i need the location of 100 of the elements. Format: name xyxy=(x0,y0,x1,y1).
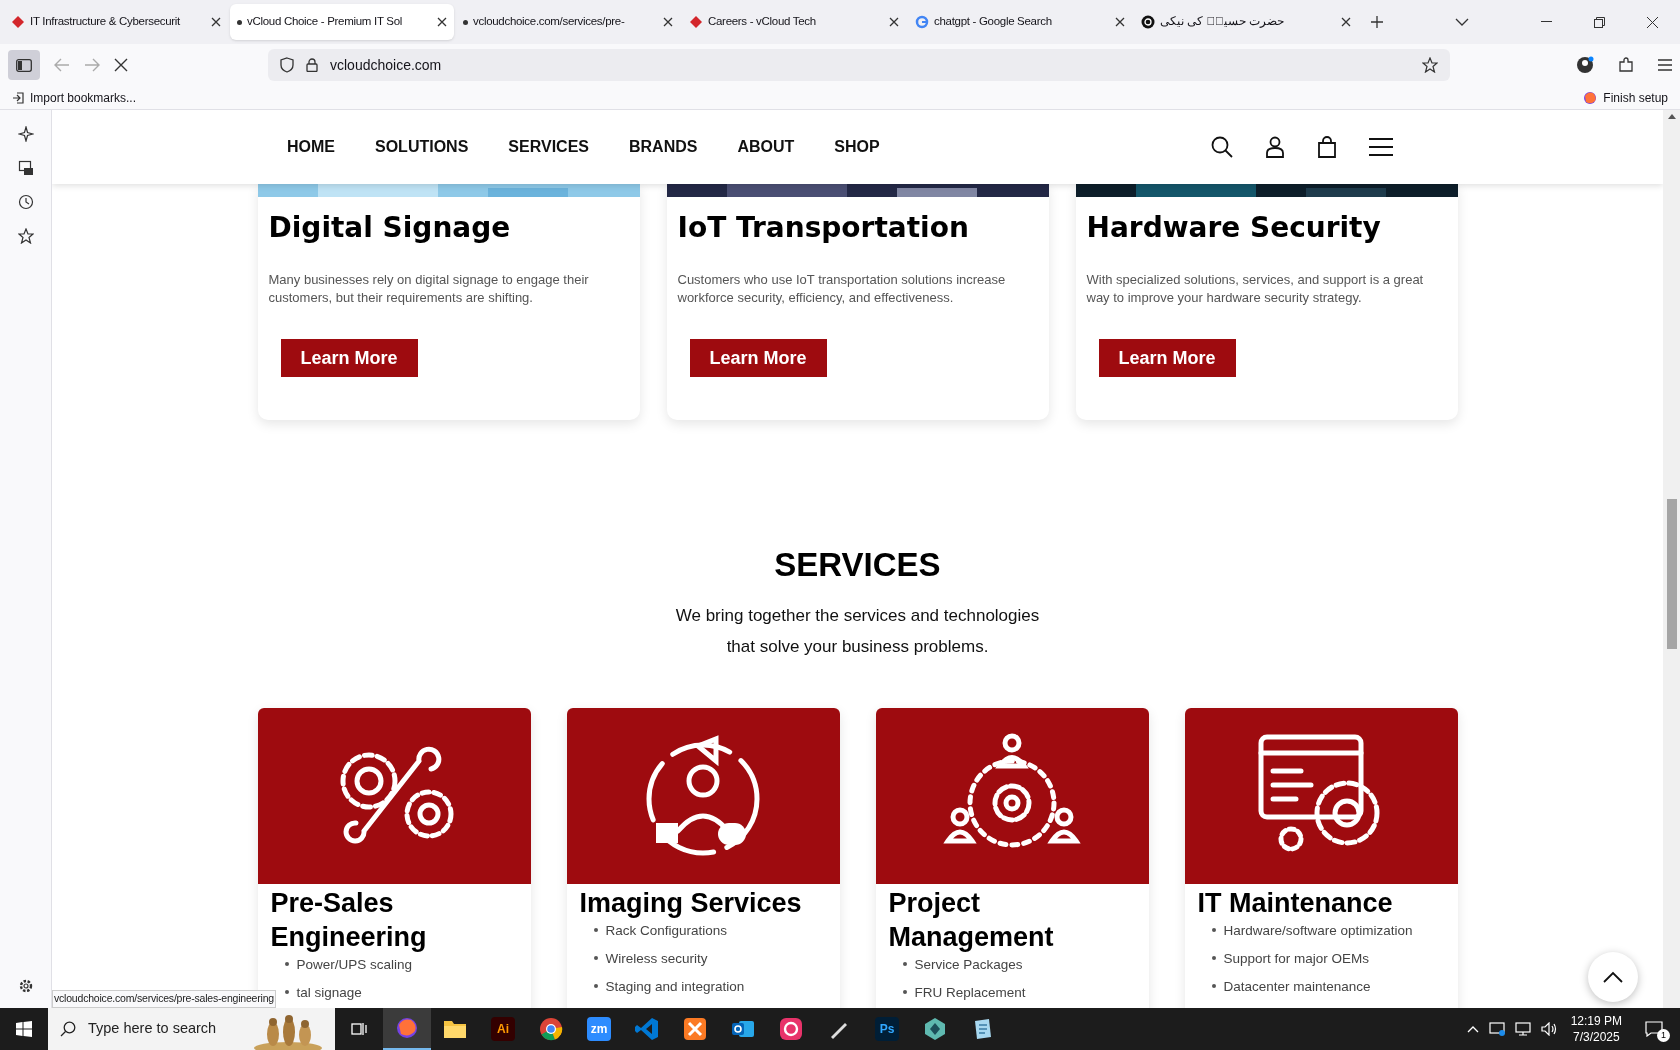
chevron-up-icon[interactable] xyxy=(1466,1025,1479,1033)
close-icon[interactable] xyxy=(1115,17,1125,27)
service-item: Rack Configurations xyxy=(605,921,728,939)
bullet-icon xyxy=(593,928,598,932)
fox-globe-icon[interactable] xyxy=(395,1016,419,1040)
close-icon[interactable] xyxy=(211,17,221,27)
ribbon-icon[interactable] xyxy=(635,1017,659,1041)
nav-link[interactable]: SOLUTIONS xyxy=(375,135,469,159)
nav-link[interactable]: BRANDS xyxy=(628,135,698,159)
hexagon-icon[interactable] xyxy=(923,1017,947,1041)
chevron-down-icon[interactable] xyxy=(1455,18,1469,26)
service-title: Project Management xyxy=(888,886,1055,954)
notifications-button[interactable]: 1 xyxy=(1636,1014,1672,1044)
scrollbar-thumb[interactable] xyxy=(1666,499,1677,649)
bullet-icon xyxy=(1211,984,1216,988)
browser-tab[interactable]: IT Infrastructure & Cybersecurit xyxy=(4,4,228,40)
app-tile[interactable]: Ai xyxy=(491,1017,515,1041)
sidebar-icon xyxy=(16,58,32,72)
chrome-ball-icon[interactable] xyxy=(539,1017,563,1041)
user-icon[interactable] xyxy=(1265,136,1285,158)
service-title: IT Maintenance xyxy=(1197,886,1394,920)
settings-icon[interactable] xyxy=(17,978,34,994)
close-icon[interactable] xyxy=(889,17,899,27)
nav-link[interactable]: HOME xyxy=(287,135,335,159)
learn-more-button[interactable]: Learn More xyxy=(689,339,827,377)
knot-logo-icon xyxy=(1141,15,1155,29)
monitor-icon[interactable] xyxy=(1514,1022,1531,1036)
import-icon xyxy=(12,91,24,104)
bullet-icon xyxy=(284,990,289,994)
restore-icon[interactable] xyxy=(1594,16,1605,28)
bullet-icon xyxy=(284,962,289,966)
speech-bubble-icon xyxy=(1645,1021,1663,1037)
search-icon xyxy=(60,1021,76,1037)
swirl-icon[interactable] xyxy=(779,1017,803,1041)
card-text: With specialized solutions, services, and support is a great way to improve your hardware security strategy. xyxy=(1086,271,1425,307)
taskbar-search-field[interactable]: Type here to search xyxy=(48,1008,335,1050)
browser-tab[interactable]: حضرت حسینؓ کی نیکی xyxy=(1134,4,1358,40)
service-item: Support for major OEMs xyxy=(1223,949,1370,967)
nav-link[interactable]: ABOUT xyxy=(737,135,795,159)
shield-icon xyxy=(280,57,294,73)
account-icon[interactable] xyxy=(1576,56,1594,74)
service-item: Staging and integration xyxy=(605,977,745,995)
fox-globe-icon xyxy=(1583,90,1598,105)
diamond-logo-icon xyxy=(689,15,703,29)
browser-tab[interactable]: vCloud Choice - Premium IT Sol xyxy=(230,4,454,40)
g-logo-icon xyxy=(915,15,929,29)
import-bookmarks-link[interactable]: Import bookmarks... xyxy=(12,88,137,107)
speaker-icon[interactable] xyxy=(1540,1022,1557,1036)
address-bar[interactable]: vcloudchoice.com xyxy=(268,49,1450,81)
close-icon[interactable] xyxy=(663,17,673,27)
shopping-bag-icon[interactable] xyxy=(1317,136,1337,158)
finish-setup-link[interactable]: Finish setup xyxy=(1583,88,1668,107)
folder-icon[interactable] xyxy=(443,1018,467,1040)
card-title: Hardware Security xyxy=(1086,210,1382,246)
sparkle-icon[interactable] xyxy=(17,126,34,142)
close-icon[interactable] xyxy=(437,17,447,27)
clock-area[interactable]: 12:19 PM 7/3/2025 xyxy=(1566,1013,1626,1045)
close-icon[interactable] xyxy=(1341,17,1351,27)
service-item: tal signage xyxy=(296,983,362,1001)
search-icon[interactable] xyxy=(1211,136,1233,158)
extensions-icon[interactable] xyxy=(1618,57,1634,73)
windows-logo-icon[interactable] xyxy=(16,1021,32,1037)
card-text: Customers who use IoT transportation solutions increase workforce security, efficiency, and effectiveness. xyxy=(677,271,1007,307)
task-view-icon[interactable] xyxy=(350,1021,368,1037)
browser-tab[interactable]: Careers - vCloud Tech xyxy=(682,4,906,40)
bullet-icon xyxy=(902,962,907,966)
service-item: Hardware/software optimization xyxy=(1223,921,1413,939)
menu-icon[interactable] xyxy=(1369,138,1393,156)
card-text: Many businesses rely on digital signage to engage their customers, but their requirements are shifting. xyxy=(268,271,590,307)
sidebar-toggle-button[interactable] xyxy=(8,50,40,80)
plus-icon[interactable] xyxy=(1370,15,1384,29)
scroll-to-top-button[interactable] xyxy=(1588,952,1638,1002)
sync-tabs-icon[interactable] xyxy=(17,160,34,176)
star-icon[interactable] xyxy=(1422,57,1438,73)
service-item: Service Packages xyxy=(914,955,1023,973)
scroll-up-icon[interactable] xyxy=(1667,114,1676,119)
nav-link[interactable]: SERVICES xyxy=(508,135,589,159)
lock-icon xyxy=(306,58,318,72)
section-heading: SERVICES xyxy=(774,545,941,585)
bullet-icon xyxy=(593,984,598,988)
service-item: Power/UPS scaling xyxy=(296,955,413,973)
notification-count: 1 xyxy=(1657,1029,1670,1042)
service-title: Pre-Sales Engineering xyxy=(270,886,428,954)
nav-link[interactable]: SHOP xyxy=(834,135,880,159)
card-title: IoT Transportation xyxy=(677,210,970,246)
network-icon[interactable] xyxy=(1488,1022,1505,1036)
intro-text-line: that solve your business problems. xyxy=(726,635,989,658)
star-icon[interactable] xyxy=(17,228,34,244)
minimize-icon[interactable] xyxy=(1541,21,1552,23)
browser-tab[interactable]: chatgpt - Google Search xyxy=(908,4,1132,40)
card-title: Digital Signage xyxy=(268,210,512,246)
learn-more-button[interactable]: Learn More xyxy=(1098,339,1236,377)
stop-icon[interactable] xyxy=(114,58,128,72)
service-item: Wireless security xyxy=(605,949,708,967)
x-logo-icon[interactable] xyxy=(683,1017,707,1041)
close-icon[interactable] xyxy=(1647,16,1658,28)
browser-tab[interactable]: vcloudchoice.com/services/pre- xyxy=(456,4,680,40)
clock-icon[interactable] xyxy=(17,194,34,210)
bullet-icon xyxy=(593,956,598,960)
learn-more-button[interactable]: Learn More xyxy=(280,339,418,377)
